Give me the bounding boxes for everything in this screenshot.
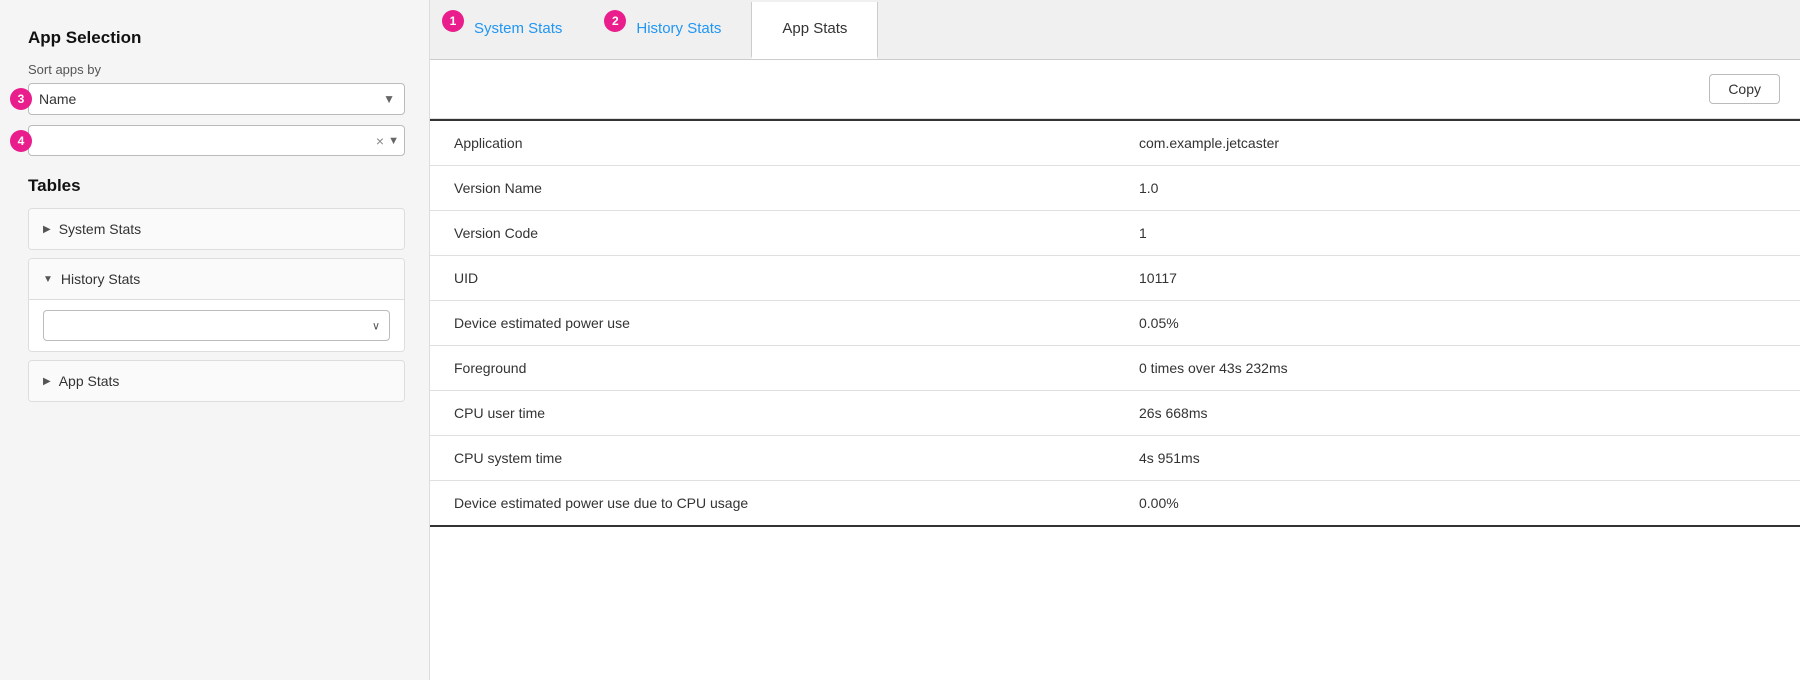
app-select-icons: × ▼	[376, 133, 399, 149]
stat-value: 26s 668ms	[1115, 391, 1800, 436]
app-dropdown-icon[interactable]: ▼	[388, 135, 399, 147]
sort-label: Sort apps by	[28, 62, 405, 77]
copy-button[interactable]: Copy	[1709, 74, 1780, 104]
stat-value: 1	[1115, 211, 1800, 256]
sort-select[interactable]: Name Usage ID	[28, 83, 405, 115]
table-row: Version Code1	[430, 211, 1800, 256]
table-row: UID10117	[430, 256, 1800, 301]
tables-title: Tables	[28, 176, 405, 196]
table-row: Device estimated power use due to CPU us…	[430, 481, 1800, 527]
stat-value: com.example.jetcaster	[1115, 120, 1800, 166]
stat-key: UID	[430, 256, 1115, 301]
stat-key: Foreground	[430, 346, 1115, 391]
sidebar: App Selection Sort apps by 3 Name Usage …	[0, 0, 430, 680]
copy-bar: Copy	[430, 60, 1800, 119]
stat-key: Application	[430, 120, 1115, 166]
sort-select-wrapper: 3 Name Usage ID ▼	[28, 83, 405, 115]
table-row: Foreground0 times over 43s 232ms	[430, 346, 1800, 391]
table-item-header-system-stats[interactable]: ▶ System Stats	[29, 209, 404, 249]
stat-value: 10117	[1115, 256, 1800, 301]
history-stats-body: ∨	[29, 300, 404, 351]
app-stats-arrow-icon: ▶	[43, 376, 51, 387]
stat-value: 4s 951ms	[1115, 436, 1800, 481]
clear-app-icon[interactable]: ×	[376, 133, 384, 149]
badge-3: 3	[10, 88, 32, 110]
stat-key: CPU user time	[430, 391, 1115, 436]
tab-app-stats[interactable]: App Stats	[751, 2, 878, 59]
stat-key: Version Code	[430, 211, 1115, 256]
tab-history-stats[interactable]: 2 History Stats	[592, 2, 751, 58]
table-item-app-stats: ▶ App Stats	[28, 360, 405, 402]
tab-system-stats-label: System Stats	[474, 20, 562, 37]
stats-table: Applicationcom.example.jetcasterVersion …	[430, 119, 1800, 527]
history-stats-select[interactable]	[43, 310, 390, 341]
history-stats-select-wrapper: ∨	[43, 310, 390, 341]
badge-4: 4	[10, 130, 32, 152]
stat-value: 0 times over 43s 232ms	[1115, 346, 1800, 391]
table-row: CPU user time26s 668ms	[430, 391, 1800, 436]
stat-key: CPU system time	[430, 436, 1115, 481]
stat-value: 0.00%	[1115, 481, 1800, 527]
stat-key: Device estimated power use	[430, 301, 1115, 346]
tab-badge-2: 2	[604, 10, 626, 32]
stat-key: Version Name	[430, 166, 1115, 211]
tab-app-stats-label: App Stats	[782, 20, 847, 37]
sidebar-title: App Selection	[28, 28, 405, 48]
history-stats-label: History Stats	[61, 271, 140, 287]
tabs-bar: 1 System Stats 2 History Stats App Stats	[430, 0, 1800, 60]
main-content: 1 System Stats 2 History Stats App Stats…	[430, 0, 1800, 680]
system-stats-label: System Stats	[59, 221, 141, 237]
tab-badge-1: 1	[442, 10, 464, 32]
tab-history-stats-label: History Stats	[636, 20, 721, 37]
stat-key: Device estimated power use due to CPU us…	[430, 481, 1115, 527]
stat-value: 1.0	[1115, 166, 1800, 211]
table-row: Device estimated power use0.05%	[430, 301, 1800, 346]
content-area: Copy Applicationcom.example.jetcasterVer…	[430, 60, 1800, 680]
history-stats-arrow-icon: ▼	[43, 274, 53, 285]
app-stats-label: App Stats	[59, 373, 120, 389]
stat-value: 0.05%	[1115, 301, 1800, 346]
system-stats-arrow-icon: ▶	[43, 224, 51, 235]
tab-system-stats[interactable]: 1 System Stats	[430, 2, 592, 58]
app-select-input[interactable]: com.example.jetcaster ...	[28, 125, 405, 156]
table-item-header-history-stats[interactable]: ▼ History Stats	[29, 259, 404, 300]
table-item-header-app-stats[interactable]: ▶ App Stats	[29, 361, 404, 401]
table-item-history-stats: ▼ History Stats ∨	[28, 258, 405, 352]
table-item-system-stats: ▶ System Stats	[28, 208, 405, 250]
table-row: Version Name1.0	[430, 166, 1800, 211]
table-row: CPU system time4s 951ms	[430, 436, 1800, 481]
app-select-wrapper: 4 com.example.jetcaster ... × ▼	[28, 125, 405, 156]
table-row: Applicationcom.example.jetcaster	[430, 120, 1800, 166]
